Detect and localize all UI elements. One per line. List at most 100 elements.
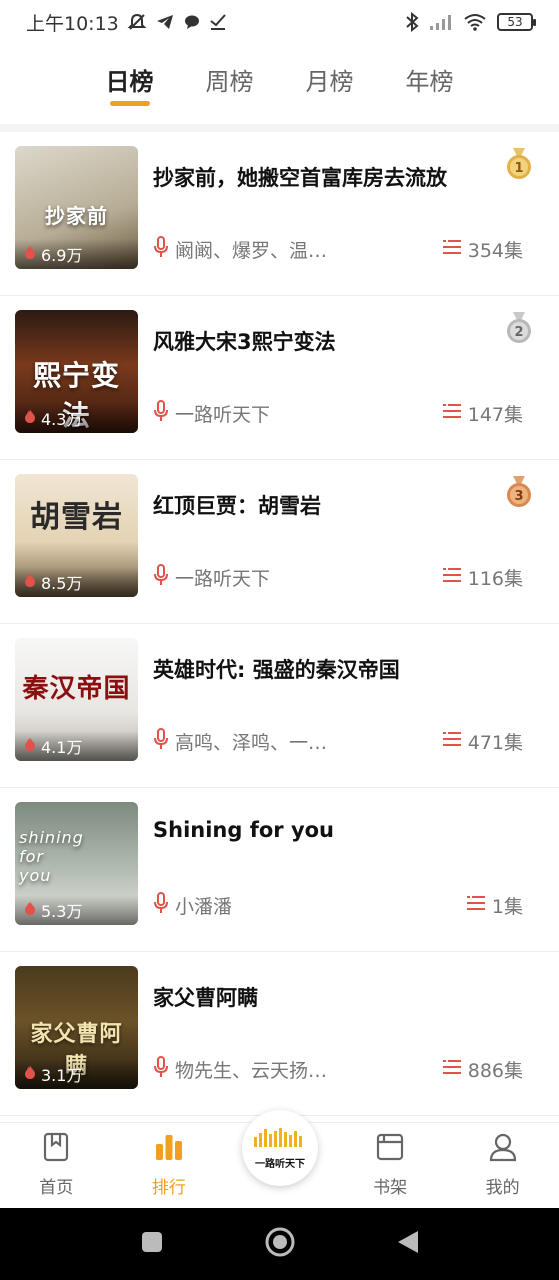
list-item[interactable]: 秦汉帝国 4.1万 英雄时代: 强盛的秦汉帝国 高鸣、泽鸣、一… 471集	[0, 624, 559, 788]
check-icon	[209, 13, 227, 31]
episode-count: 886集	[442, 1056, 523, 1083]
fire-icon	[23, 736, 37, 756]
book-meta: 物先生、云天扬… 886集	[153, 1056, 523, 1083]
rank-medal: 2	[505, 312, 533, 344]
status-right: 53	[405, 12, 536, 32]
list-item[interactable]: 熙宁变法 4.3万 风雅大宋3熙宁变法 一路听天下 147集 2	[0, 296, 559, 460]
play-count: 3.1万	[15, 1059, 138, 1089]
book-cover[interactable]: 胡雪岩 8.5万	[15, 474, 138, 597]
microphone-icon	[153, 892, 169, 919]
play-count: 4.3万	[15, 403, 138, 433]
fire-icon	[23, 900, 37, 920]
authors: 小潘潘	[153, 892, 413, 919]
book-meta: 一路听天下 116集	[153, 564, 523, 591]
play-count: 4.1万	[15, 731, 138, 761]
authors: 阚阚、爆罗、温…	[153, 236, 413, 263]
list-item[interactable]: 家父曹阿瞒 3.1万 家父曹阿瞒 物先生、云天扬… 886集	[0, 952, 559, 1116]
list-item[interactable]: 胡雪岩 8.5万 红顶巨贾：胡雪岩 一路听天下 116集 3	[0, 460, 559, 624]
list-icon	[442, 402, 462, 425]
play-count: 5.3万	[15, 895, 138, 925]
list-icon	[442, 1058, 462, 1081]
medal-number: 3	[514, 489, 523, 504]
book-cover[interactable]: 抄家前 6.9万	[15, 146, 138, 269]
microphone-icon	[153, 564, 169, 591]
book-meta: 高鸣、泽鸣、一… 471集	[153, 728, 523, 755]
nav-bookshelf[interactable]: 书架	[350, 1132, 430, 1198]
status-time: 上午10:13	[26, 12, 119, 35]
fire-icon	[23, 1064, 37, 1084]
tab-monthly[interactable]: 月榜	[306, 52, 354, 114]
book-cover[interactable]: shining for you 5.3万	[15, 802, 138, 925]
authors: 一路听天下	[153, 564, 413, 591]
mute-icon	[127, 12, 147, 32]
list-icon	[442, 730, 462, 753]
ranking-tabs: 日榜 周榜 月榜 年榜	[0, 52, 559, 114]
battery-indicator: 53	[497, 13, 536, 31]
section-divider	[0, 124, 559, 132]
book-title[interactable]: Shining for you	[153, 818, 334, 842]
play-count: 6.9万	[15, 239, 138, 269]
cover-text: 胡雪岩	[30, 500, 123, 535]
microphone-icon	[153, 400, 169, 427]
bookmark-icon	[42, 1132, 70, 1167]
episode-count: 147集	[442, 400, 523, 427]
back-button[interactable]	[396, 1229, 420, 1259]
list-icon	[466, 894, 486, 917]
book-cover[interactable]: 熙宁变法 4.3万	[15, 310, 138, 433]
authors: 一路听天下	[153, 400, 413, 427]
nav-profile[interactable]: 我的	[463, 1132, 543, 1198]
signal-icon	[429, 13, 453, 31]
fire-icon	[23, 408, 37, 428]
rank-medal: 3	[505, 476, 533, 508]
list-icon	[442, 238, 462, 261]
episode-count: 1集	[466, 892, 523, 919]
authors: 物先生、云天扬…	[153, 1056, 413, 1083]
list-item[interactable]: shining for you 5.3万 Shining for you 小潘潘…	[0, 788, 559, 952]
list-icon	[442, 566, 462, 589]
nav-ranking[interactable]: 排行	[129, 1132, 209, 1198]
microphone-icon	[153, 728, 169, 755]
episode-count: 354集	[442, 236, 523, 263]
cover-text: 抄家前	[45, 204, 108, 228]
bookshelf-icon	[375, 1132, 405, 1167]
tab-weekly[interactable]: 周榜	[206, 52, 254, 114]
bluetooth-icon	[405, 12, 419, 32]
nav-home[interactable]: 首页	[16, 1132, 96, 1198]
episode-count: 471集	[442, 728, 523, 755]
book-title[interactable]: 风雅大宋3熙宁变法	[153, 326, 336, 356]
book-cover[interactable]: 秦汉帝国 4.1万	[15, 638, 138, 761]
wifi-icon	[463, 13, 487, 31]
fire-icon	[23, 572, 37, 592]
episode-count: 116集	[442, 564, 523, 591]
recents-button[interactable]	[140, 1230, 164, 1258]
cover-text: 秦汉帝国	[22, 674, 131, 704]
medal-number: 1	[514, 161, 523, 176]
telegram-icon	[155, 12, 175, 32]
microphone-icon	[153, 1056, 169, 1083]
chat-icon	[183, 13, 201, 31]
microphone-icon	[153, 236, 169, 263]
home-button[interactable]	[264, 1226, 296, 1262]
audio-wave-icon	[252, 1127, 308, 1153]
book-title[interactable]: 家父曹阿瞒	[153, 982, 258, 1012]
book-title[interactable]: 抄家前，她搬空首富库房去流放	[153, 162, 447, 192]
list-item[interactable]: 抄家前 6.9万 抄家前，她搬空首富库房去流放 阚阚、爆罗、温… 354集 1	[0, 132, 559, 296]
book-title[interactable]: 红顶巨贾：胡雪岩	[153, 490, 321, 520]
play-count: 8.5万	[15, 567, 138, 597]
fire-icon	[23, 244, 37, 264]
tab-daily[interactable]: 日榜	[106, 52, 154, 114]
bar-chart-icon	[154, 1132, 184, 1167]
book-cover[interactable]: 家父曹阿瞒 3.1万	[15, 966, 138, 1089]
book-meta: 小潘潘 1集	[153, 892, 523, 919]
authors: 高鸣、泽鸣、一…	[153, 728, 413, 755]
system-nav-bar	[0, 1208, 559, 1280]
book-meta: 一路听天下 147集	[153, 400, 523, 427]
center-play-button[interactable]: 一路听天下	[242, 1110, 318, 1186]
book-title[interactable]: 英雄时代: 强盛的秦汉帝国	[153, 654, 400, 684]
book-meta: 阚阚、爆罗、温… 354集	[153, 236, 523, 263]
logo-text: 一路听天下	[255, 1158, 305, 1170]
medal-number: 2	[514, 325, 523, 340]
tab-yearly[interactable]: 年榜	[406, 52, 454, 114]
rank-medal: 1	[505, 148, 533, 180]
user-icon	[488, 1132, 518, 1167]
